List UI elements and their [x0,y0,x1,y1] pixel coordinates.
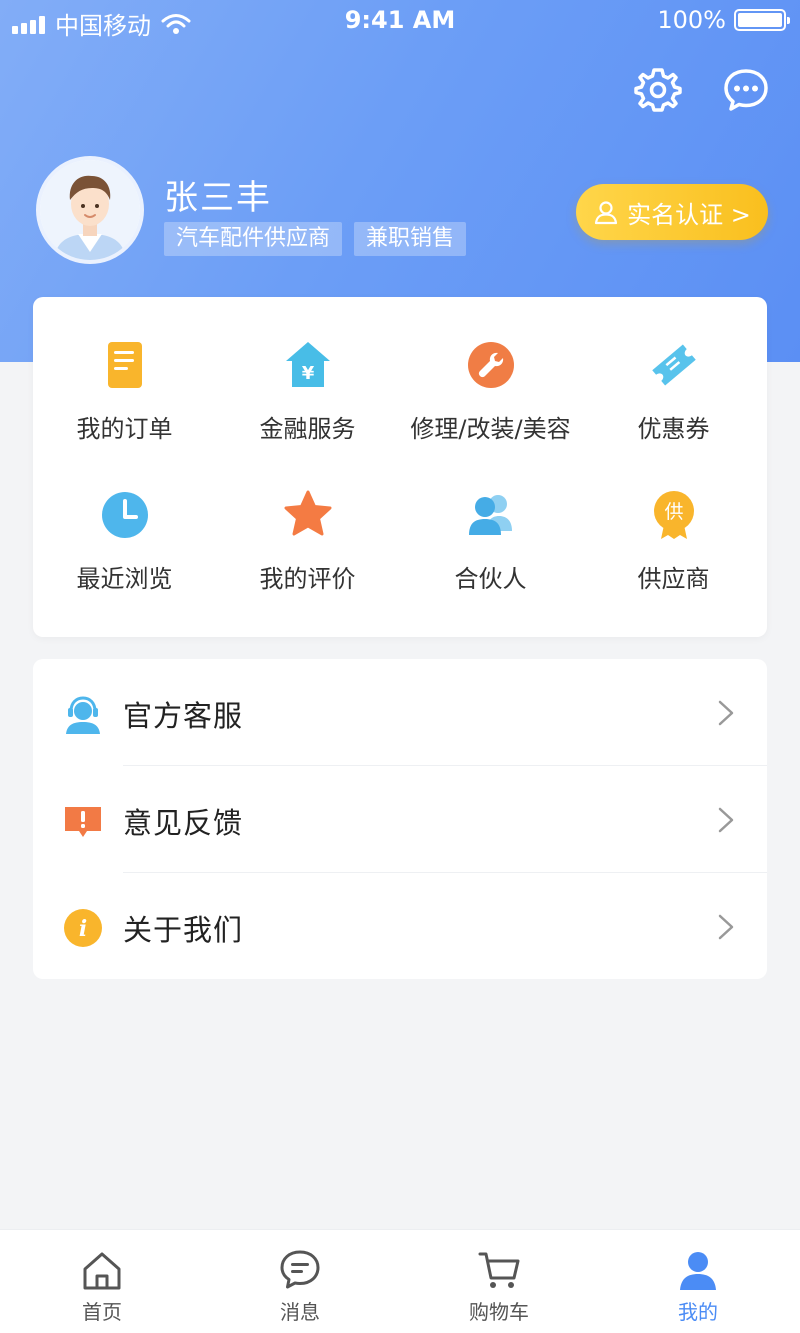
tab-home[interactable]: 首页 [2,1230,202,1333]
menu-item-feedback[interactable]: 意见反馈 [33,766,767,872]
grid-item-label: 我的评价 [259,565,356,593]
tab-label: 我的 [678,1300,718,1324]
grid-item-label: 金融服务 [259,415,356,443]
profile-icon [680,1252,716,1290]
grid-item-repair[interactable]: 修理/改装/美容 [399,297,582,443]
grid-item-supplier[interactable]: 供 供应商 [582,447,765,593]
user-tag: 汽车配件供应商 [164,222,343,256]
tab-messages[interactable]: 消息 [200,1230,400,1333]
chat-bubble-icon[interactable] [722,66,770,114]
battery-percentage: 100% [657,6,726,34]
menu-item-about[interactable]: i 关于我们 [33,873,767,979]
grid-item-label: 最近浏览 [76,565,173,593]
user-tags: 汽车配件供应商 兼职销售 [164,222,467,256]
partners-icon [468,495,512,535]
customer-service-icon [66,696,100,734]
menu-list: 官方客服 意见反馈 i 关于我们 [33,659,767,979]
grid-item-label: 我的订单 [76,415,173,443]
menu-item-customer-service[interactable]: 官方客服 [33,659,767,765]
grid-item-label: 供应商 [637,565,710,593]
wrench-icon [467,342,514,388]
bottom-tab-bar: 首页 消息 购物车 我的 [0,1229,800,1333]
svg-text:¥: ¥ [301,363,314,384]
tab-cart[interactable]: 购物车 [399,1230,599,1333]
tab-profile[interactable]: 我的 [598,1230,798,1333]
avatar-illustration [40,160,140,260]
user-name: 张三丰 [164,178,272,218]
avatar[interactable] [36,156,144,264]
grid-item-label: 合伙人 [454,565,527,593]
tab-label: 消息 [280,1300,320,1324]
grid-item-reviews[interactable]: 我的评价 [216,447,399,593]
info-glyph: i [79,916,87,942]
chevron-right-icon [718,914,734,940]
menu-item-label: 意见反馈 [123,806,244,840]
finance-icon: ¥ [285,342,330,387]
grid-item-coupon[interactable]: 优惠券 [582,297,765,443]
menu-item-label: 关于我们 [123,913,244,947]
status-bar: 中国移动 9:41 AM 100% [0,0,800,44]
grid-item-label: 修理/改装/美容 [410,415,571,443]
grid-item-orders[interactable]: 我的订单 [33,297,216,443]
grid-item-recent[interactable]: 最近浏览 [33,447,216,593]
tab-label: 首页 [82,1300,122,1324]
user-badge-icon [595,201,618,225]
home-icon [83,1252,121,1290]
shortcut-grid: 我的订单 ¥ 金融服务 修理/改装/美容 优惠券 最近浏览 我的评价 合伙人 供… [33,297,767,637]
message-icon [280,1250,320,1289]
grid-item-label: 优惠券 [637,415,710,443]
cart-icon [478,1252,520,1288]
verify-identity-button[interactable]: 实名认证 > [576,184,768,240]
chevron-right-icon [718,807,734,833]
grid-item-partners[interactable]: 合伙人 [399,447,582,593]
gear-icon[interactable] [634,66,682,114]
status-right: 100% [657,6,790,34]
chevron-right-icon [718,700,734,726]
menu-item-label: 官方客服 [123,699,244,733]
clock-icon [101,492,148,538]
info-icon: i [64,909,102,947]
order-icon [107,342,142,388]
star-icon [284,490,331,536]
user-tag: 兼职销售 [354,222,467,256]
feedback-icon [65,807,101,837]
verify-label: 实名认证 > [627,200,751,229]
tab-label: 购物车 [469,1300,529,1324]
grid-item-finance[interactable]: ¥ 金融服务 [216,297,399,443]
supplier-icon: 供 [653,491,694,539]
battery-icon [734,9,790,31]
coupon-icon [651,344,696,386]
supplier-badge-glyph: 供 [664,501,683,523]
